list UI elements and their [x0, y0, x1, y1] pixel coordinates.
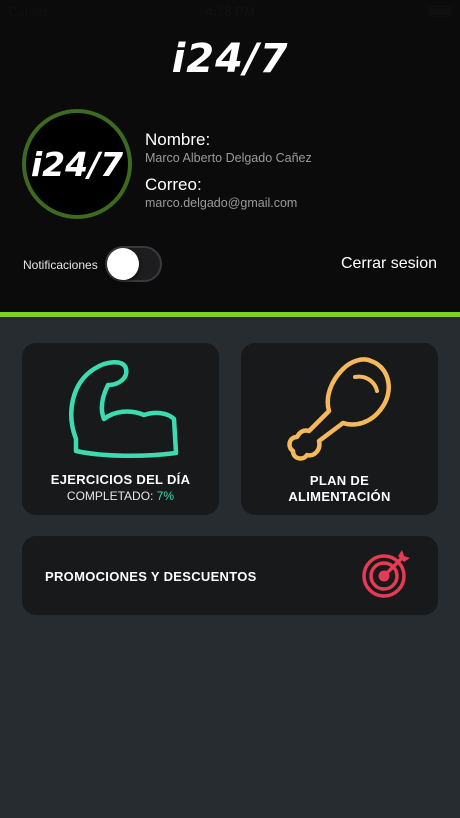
battery-icon: [428, 6, 452, 17]
exercise-title: EJERCICIOS DEL DÍA: [50, 472, 191, 487]
accent-divider: [0, 312, 460, 317]
status-time: 4:38 PM: [205, 4, 255, 19]
exercise-card[interactable]: EJERCICIOS DEL DÍA COMPLETADO: 7%: [22, 343, 219, 515]
email-label: Correo:: [145, 175, 202, 194]
app-logo: i24/7: [171, 36, 289, 82]
profile-header: Carrier 4:38 PM i24/7 i24/7 Nombre: Marc…: [0, 0, 460, 312]
promotions-card[interactable]: PROMOCIONES Y DESCUENTOS: [22, 536, 438, 615]
email-value: marco.delgado@gmail.com: [145, 196, 298, 210]
notifications-label: Notificaciones: [23, 258, 98, 272]
name-value: Marco Alberto Delgado Cañez: [145, 151, 312, 165]
promotions-title: PROMOCIONES Y DESCUENTOS: [45, 569, 257, 584]
completed-value: 7%: [156, 489, 175, 503]
profile-info: Nombre: Marco Alberto Delgado Cañez Corr…: [145, 130, 312, 220]
toggle-knob: [107, 248, 139, 280]
chicken-leg-icon: [287, 357, 391, 461]
logout-button[interactable]: Cerrar sesion: [341, 255, 437, 273]
flexed-arm-icon: [69, 360, 179, 459]
name-label: Nombre:: [145, 130, 211, 149]
avatar-logo: i24/7: [30, 144, 124, 184]
meal-plan-card[interactable]: PLAN DE ALIMENTACIÓN: [241, 343, 438, 515]
status-bar: Carrier 4:38 PM: [0, 0, 460, 22]
target-arrow-icon: [362, 550, 410, 598]
meal-plan-title-line1: PLAN DE: [309, 473, 370, 488]
exercise-progress: COMPLETADO: 7%: [22, 489, 219, 503]
notifications-toggle[interactable]: [105, 246, 162, 282]
meal-plan-title-line2: ALIMENTACIÓN: [288, 489, 391, 504]
avatar[interactable]: i24/7: [22, 109, 132, 219]
completed-label: COMPLETADO:: [66, 489, 157, 503]
